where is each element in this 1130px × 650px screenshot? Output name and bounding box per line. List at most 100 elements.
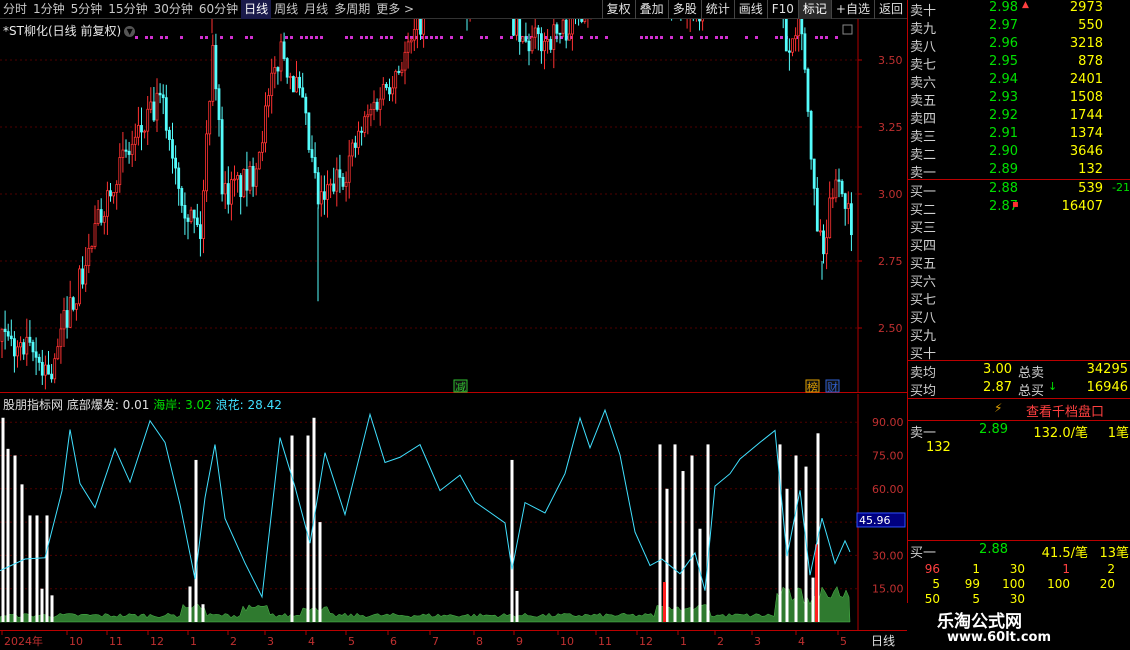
candle-body xyxy=(419,19,422,35)
bid-label: 买一 xyxy=(910,185,937,200)
candle-body xyxy=(332,183,336,192)
watermark: 乐淘公式网 www.60lt.com xyxy=(907,603,1130,650)
period-tab[interactable]: 30分钟 xyxy=(151,0,196,19)
period-tab[interactable]: 1分钟 xyxy=(30,0,68,19)
period-label[interactable]: 日线 xyxy=(859,632,907,649)
candle-body xyxy=(146,108,150,132)
toolbar-button[interactable]: 返回 xyxy=(873,0,907,19)
signal-dot xyxy=(450,36,453,39)
period-tab[interactable]: 月线 xyxy=(301,0,331,19)
indicator-pane[interactable]: 90.0075.0060.0045.0030.0015.0045.96 股朋指标… xyxy=(0,394,907,630)
period-tab[interactable]: 15分钟 xyxy=(105,0,150,19)
toolbar-button[interactable]: 多股 xyxy=(667,0,701,19)
toolbar-button[interactable]: 复权 xyxy=(601,0,635,19)
bid1-detail-row: 买一 2.88 41.5/笔 13笔 xyxy=(908,542,1130,561)
candle-body xyxy=(846,203,850,209)
period-tab[interactable]: 分时 xyxy=(0,0,30,19)
y-tick-label: 3.00 xyxy=(878,188,903,201)
bid-label: 买二 xyxy=(910,203,937,218)
period-tab[interactable]: 周线 xyxy=(271,0,301,19)
chart-title[interactable]: *ST柳化(日线 前复权) ▼ xyxy=(3,22,136,39)
signal-dot xyxy=(645,36,648,39)
bid-label: 买四 xyxy=(910,239,937,254)
candle-body xyxy=(59,328,63,348)
candle-body xyxy=(415,19,419,30)
period-tab[interactable]: 更多 > xyxy=(373,0,417,19)
candle-body xyxy=(282,41,286,59)
toolbar-button[interactable]: +自选 xyxy=(830,0,874,19)
candle-body xyxy=(202,190,205,239)
signal-dot xyxy=(825,36,828,39)
date-label: 10 xyxy=(69,635,83,648)
candle-body xyxy=(0,328,4,342)
candle-body xyxy=(47,364,50,375)
bid1-detail-per: 41.5/笔 xyxy=(1041,546,1088,561)
candle-body xyxy=(310,149,314,158)
candle-body xyxy=(192,209,196,219)
view-thousand-button[interactable]: ⚡ 查看千档盘口 xyxy=(908,400,1130,420)
indicator-chart[interactable]: 90.0075.0060.0045.0030.0015.0045.96 xyxy=(0,394,907,630)
toolbar-button[interactable]: 统计 xyxy=(700,0,734,19)
event-marker-label: 减 xyxy=(455,381,466,393)
candle-body xyxy=(295,76,298,93)
chevron-down-icon[interactable]: ▼ xyxy=(124,26,136,37)
candle-body xyxy=(397,70,401,73)
candle-body xyxy=(279,41,283,72)
candle-body xyxy=(208,100,212,135)
signal-dot xyxy=(480,36,483,39)
candle-body xyxy=(850,203,853,236)
ask-row: 卖八 2.96 3218 xyxy=(908,36,1130,55)
candle-body xyxy=(174,157,178,169)
candle-body xyxy=(71,297,75,310)
period-tab[interactable]: 60分钟 xyxy=(196,0,241,19)
signal-dot xyxy=(640,36,643,39)
ask-label: 卖十 xyxy=(910,4,937,19)
candle-body xyxy=(28,336,32,343)
candle-body xyxy=(540,33,543,52)
candle-body xyxy=(164,97,168,131)
period-tab[interactable]: 5分钟 xyxy=(68,0,106,19)
signal-dot xyxy=(820,36,823,39)
signal-dot xyxy=(365,36,368,39)
candle-body xyxy=(558,32,562,35)
watermark-title: 乐淘公式网 xyxy=(937,612,1022,632)
ind-tick-label: 90.00 xyxy=(872,416,904,429)
bid-label: 买六 xyxy=(910,275,937,290)
candle-body xyxy=(198,224,202,239)
toolbar-buttons: 复权 叠加 多股 统计 画线 F10 标记 +自选 返回 xyxy=(601,0,907,19)
candle-body xyxy=(102,215,106,223)
candle-body xyxy=(815,187,819,232)
candle-body xyxy=(214,44,218,90)
period-tab[interactable]: 日线 xyxy=(241,0,272,19)
period-tab[interactable]: 多周期 xyxy=(331,0,373,19)
candle-body xyxy=(254,168,258,187)
candle-body xyxy=(388,87,391,95)
signal-dot xyxy=(720,36,723,39)
toolbar-button[interactable]: 叠加 xyxy=(634,0,668,19)
ask-row: 卖四 2.92 1744 xyxy=(908,108,1130,127)
candle-body xyxy=(530,36,534,52)
signal-dot xyxy=(670,36,673,39)
candle-body xyxy=(564,19,568,41)
signal-dot xyxy=(150,36,153,39)
candlestick-chart[interactable]: 4.504.254.003.753.503.253.002.752.504.64… xyxy=(0,19,907,393)
up-arrow-icon: ▲ xyxy=(1022,0,1029,10)
signal-dot xyxy=(460,36,463,39)
price-chart[interactable]: 4.504.254.003.753.503.253.002.752.504.64… xyxy=(0,19,907,393)
signal-dot xyxy=(165,36,168,39)
ask1-orders: 132 xyxy=(908,440,1130,458)
toolbar-button[interactable]: 标记 xyxy=(797,0,831,19)
signal-dot xyxy=(590,36,593,39)
date-label: 11 xyxy=(598,635,612,648)
chart-close-icon[interactable] xyxy=(842,24,853,35)
candle-body xyxy=(217,88,221,121)
signal-dot xyxy=(435,36,438,39)
toolbar-button[interactable]: F10 xyxy=(766,0,798,19)
ind-tick-label: 30.00 xyxy=(872,549,904,562)
y-tick-label: 2.75 xyxy=(878,255,903,268)
ask-price: 2.98 xyxy=(989,0,1018,15)
indicator-title[interactable]: 股朋指标网 底部爆发: 0.01 海岸: 3.02 浪花: 28.42 xyxy=(3,396,282,413)
bid-row: 买七 xyxy=(908,289,1130,308)
toolbar-button[interactable]: 画线 xyxy=(733,0,767,19)
ask-row: 卖三 2.91 1374 xyxy=(908,126,1130,145)
